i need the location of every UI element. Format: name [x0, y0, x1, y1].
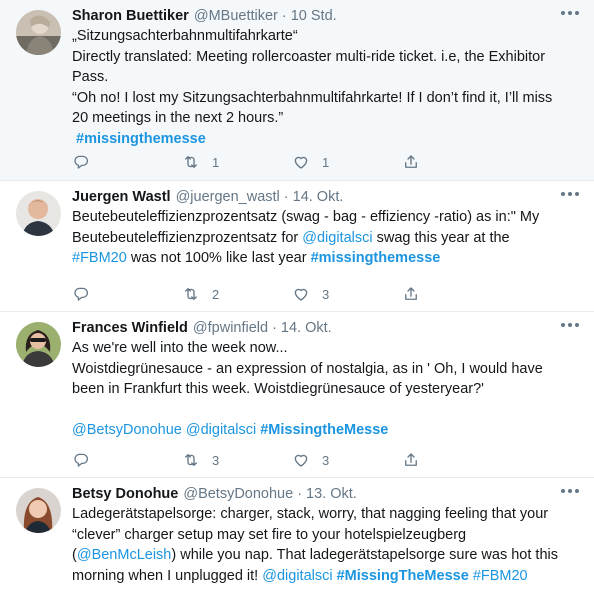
- more-icon[interactable]: [560, 189, 580, 199]
- tweet[interactable]: Frances Winfield @fpwinfield · 14. Okt. …: [0, 311, 594, 477]
- timestamp[interactable]: 14. Okt.: [293, 187, 344, 207]
- text-span: was not 100% like last year: [126, 250, 311, 266]
- tweet[interactable]: Sharon Buettiker @MBuettiker · 10 Std. „…: [0, 0, 594, 180]
- tweet-line: Directly translated: Meeting rollercoast…: [72, 48, 546, 86]
- tweet-line: As we're well into the week now...: [72, 340, 288, 356]
- tweet-header: Sharon Buettiker @MBuettiker · 10 Std.: [72, 6, 568, 26]
- like-icon: [292, 153, 310, 171]
- like-button[interactable]: 1: [292, 153, 402, 171]
- tweet-text: „Sitzungsachterbahnmultifahrkarte“ Direc…: [72, 26, 568, 149]
- reply-icon: [72, 285, 90, 303]
- retweet-count: 3: [212, 452, 220, 468]
- author-handle[interactable]: @BetsyDonohue: [183, 484, 293, 504]
- separator-dot: ·: [281, 8, 287, 24]
- tweet-line: „Sitzungsachterbahnmultifahrkarte“: [72, 28, 298, 44]
- share-button[interactable]: [402, 153, 512, 171]
- hashtag-link[interactable]: #missingthemesse: [311, 250, 441, 266]
- mention-link[interactable]: @BenMcLeish: [77, 547, 172, 563]
- hashtag-link[interactable]: #missingthemesse: [76, 131, 206, 147]
- avatar[interactable]: [16, 488, 61, 533]
- retweet-count: 2: [212, 286, 220, 302]
- tweet-feed: Sharon Buettiker @MBuettiker · 10 Std. „…: [0, 0, 594, 603]
- retweet-count: 1: [212, 154, 220, 170]
- reply-button[interactable]: [72, 153, 182, 171]
- reply-icon: [72, 451, 90, 469]
- like-count: 3: [322, 286, 330, 302]
- avatar[interactable]: [16, 191, 61, 236]
- mention-link[interactable]: @BetsyDonohue: [72, 422, 182, 438]
- like-button[interactable]: 3: [292, 451, 402, 469]
- separator-dot: ·: [283, 189, 289, 205]
- separator-dot: ·: [272, 320, 277, 336]
- retweet-icon: [182, 153, 200, 171]
- tweet-header: Frances Winfield @fpwinfield · 14. Okt.: [72, 318, 568, 338]
- tweet-text: As we're well into the week now... Woist…: [72, 338, 568, 440]
- like-button[interactable]: 3: [292, 285, 402, 303]
- like-icon: [292, 285, 310, 303]
- like-count: 1: [322, 154, 330, 170]
- like-count: 3: [322, 452, 330, 468]
- hashtag-link[interactable]: #FBM20: [473, 568, 528, 584]
- timestamp[interactable]: 14. Okt.: [281, 318, 332, 338]
- retweet-button[interactable]: 1: [182, 153, 292, 171]
- mention-link[interactable]: @digitalsci: [262, 568, 332, 584]
- author-handle[interactable]: @MBuettiker: [194, 6, 278, 26]
- retweet-button[interactable]: 3: [182, 451, 292, 469]
- mention-link[interactable]: @digitalsci: [186, 422, 256, 438]
- tweet-line: “Oh no! I lost my Sitzungsachterbahnmult…: [72, 89, 553, 127]
- tweet[interactable]: Juergen Wastl @juergen_wastl · 14. Okt. …: [0, 180, 594, 311]
- hashtag-link[interactable]: #MissingTheMesse: [337, 568, 469, 584]
- separator-dot: ·: [297, 486, 303, 502]
- like-icon: [292, 451, 310, 469]
- author-name[interactable]: Juergen Wastl: [72, 187, 171, 207]
- hashtag-link[interactable]: #MissingtheMesse: [260, 422, 388, 438]
- tweet-text: Ladegerätstapelsorge: charger, stack, wo…: [72, 504, 568, 586]
- avatar[interactable]: [16, 10, 61, 55]
- tweet-header: Juergen Wastl @juergen_wastl · 14. Okt.: [72, 187, 568, 207]
- hashtag-link[interactable]: #FBM20: [72, 250, 127, 266]
- more-icon[interactable]: [560, 486, 580, 496]
- retweet-icon: [182, 285, 200, 303]
- tweet-header: Betsy Donohue @BetsyDonohue · 13. Okt.: [72, 484, 568, 504]
- tweet-actions: 2 3: [72, 285, 512, 303]
- tweet-line: Woistdiegrünesauce - an expression of no…: [72, 360, 543, 398]
- more-icon[interactable]: [560, 320, 580, 330]
- reply-button[interactable]: [72, 285, 182, 303]
- tweet-actions: 1 1: [72, 153, 512, 171]
- tweet-text: Beutebeuteleffizienzprozentsatz (swag - …: [72, 207, 568, 269]
- timestamp[interactable]: 10 Std.: [291, 6, 337, 26]
- tweet-actions: 3 3: [72, 451, 512, 469]
- retweet-icon: [182, 451, 200, 469]
- timestamp[interactable]: 13. Okt.: [306, 484, 357, 504]
- author-handle[interactable]: @juergen_wastl: [176, 187, 280, 207]
- reply-button[interactable]: [72, 451, 182, 469]
- share-button[interactable]: [402, 451, 512, 469]
- share-icon: [402, 451, 420, 469]
- tweet[interactable]: Betsy Donohue @BetsyDonohue · 13. Okt. L…: [0, 477, 594, 603]
- share-icon: [402, 153, 420, 171]
- reply-icon: [72, 153, 90, 171]
- mention-link[interactable]: @digitalsci: [302, 230, 372, 246]
- retweet-button[interactable]: 2: [182, 285, 292, 303]
- avatar[interactable]: [16, 322, 61, 367]
- author-handle[interactable]: @fpwinfield: [193, 318, 268, 338]
- more-icon[interactable]: [560, 8, 580, 18]
- text-span: swag this year at the: [372, 229, 510, 246]
- share-button[interactable]: [402, 285, 512, 303]
- author-name[interactable]: Betsy Donohue: [72, 484, 178, 504]
- author-name[interactable]: Sharon Buettiker: [72, 6, 189, 26]
- share-icon: [402, 285, 420, 303]
- author-name[interactable]: Frances Winfield: [72, 318, 188, 338]
